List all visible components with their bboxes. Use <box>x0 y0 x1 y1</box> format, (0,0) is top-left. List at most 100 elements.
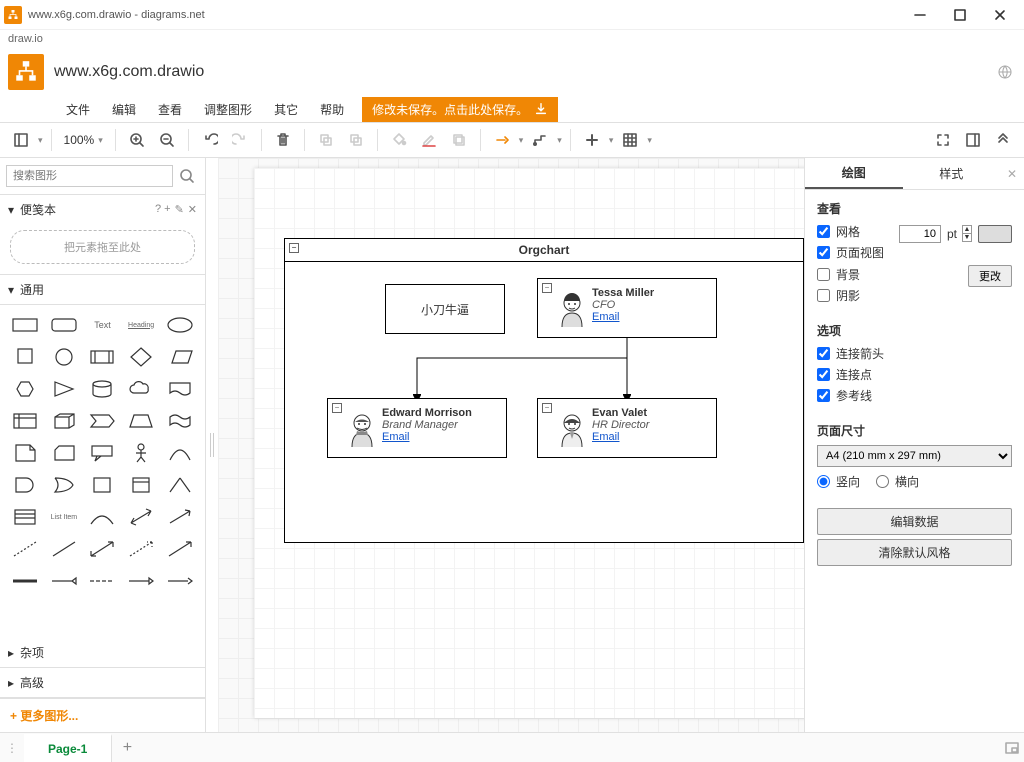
shape-or[interactable] <box>47 471 82 499</box>
shape-ellipse[interactable] <box>162 311 197 339</box>
guides-checkbox[interactable] <box>817 389 830 402</box>
points-checkbox[interactable] <box>817 368 830 381</box>
zoom-out-button[interactable] <box>154 127 180 153</box>
shape-link3[interactable] <box>85 567 120 595</box>
card-email[interactable]: Email <box>592 431 710 443</box>
menu-file[interactable]: 文件 <box>56 97 100 122</box>
grid-color-button[interactable] <box>978 225 1012 243</box>
landscape-radio[interactable] <box>876 475 889 488</box>
shadow-checkbox[interactable] <box>817 289 830 302</box>
connection-button[interactable] <box>489 127 515 153</box>
orgchart-container[interactable]: − Orgchart 小刀牛逼 − Tessa Miller CFO Email <box>284 238 804 543</box>
shape-thinarrow[interactable] <box>162 535 197 563</box>
shape-process[interactable] <box>85 343 120 371</box>
collapse-icon[interactable]: − <box>289 243 299 253</box>
shape-curve2[interactable] <box>85 503 120 531</box>
shape-card[interactable] <box>47 439 82 467</box>
stepper-down[interactable]: ▼ <box>962 234 972 242</box>
node-brand[interactable]: − Edward Morrison Brand Manager Email <box>327 398 507 458</box>
to-front-button[interactable] <box>313 127 339 153</box>
node-hr[interactable]: − Evan Valet HR Director Email <box>537 398 717 458</box>
shape-bidir[interactable] <box>124 503 159 531</box>
shape-callout[interactable] <box>85 439 120 467</box>
edit-data-button[interactable]: 编辑数据 <box>817 508 1012 535</box>
zoom-in-button[interactable] <box>124 127 150 153</box>
pencil-icon[interactable]: ✎ <box>175 203 184 216</box>
page-tab[interactable]: Page-1 <box>24 734 112 762</box>
shape-square[interactable] <box>8 343 43 371</box>
shape-diamond[interactable] <box>124 343 159 371</box>
shape-cloud[interactable] <box>124 375 159 403</box>
shape-link5[interactable] <box>162 567 197 595</box>
redo-button[interactable] <box>227 127 253 153</box>
waypoint-button[interactable] <box>527 127 553 153</box>
undo-button[interactable] <box>197 127 223 153</box>
shape-step[interactable] <box>85 407 120 435</box>
shape-note[interactable] <box>8 439 43 467</box>
pages-menu-button[interactable]: ⋮ <box>0 741 24 755</box>
document-name[interactable]: www.x6g.com.drawio <box>54 63 204 81</box>
shape-rect[interactable] <box>8 311 43 339</box>
shape-document[interactable] <box>162 375 197 403</box>
fullscreen-button[interactable] <box>930 127 956 153</box>
menu-other[interactable]: 其它 <box>264 97 308 122</box>
close-button[interactable] <box>980 0 1020 30</box>
menu-edit[interactable]: 编辑 <box>102 97 146 122</box>
table-button[interactable] <box>617 127 643 153</box>
scratchpad-dropzone[interactable]: 把元素拖至此处 <box>10 230 195 264</box>
search-icon[interactable] <box>175 164 199 188</box>
grid-size-input[interactable] <box>899 225 941 243</box>
change-bg-button[interactable]: 更改 <box>968 265 1012 287</box>
shape-hexagon[interactable] <box>8 375 43 403</box>
shape-arrow2[interactable] <box>162 471 197 499</box>
shape-link2[interactable] <box>47 567 82 595</box>
delete-button[interactable] <box>270 127 296 153</box>
card-email[interactable]: Email <box>382 431 500 443</box>
fill-color-button[interactable] <box>386 127 412 153</box>
shape-and[interactable] <box>8 471 43 499</box>
shape-datastore[interactable] <box>85 471 120 499</box>
arrows-checkbox[interactable] <box>817 347 830 360</box>
tab-diagram[interactable]: 绘图 <box>805 158 903 189</box>
search-input[interactable] <box>6 165 173 187</box>
menu-view[interactable]: 查看 <box>148 97 192 122</box>
shape-line2[interactable] <box>47 535 82 563</box>
shape-heading[interactable]: Heading <box>124 311 159 339</box>
shape-arrow3[interactable] <box>162 503 197 531</box>
section-scratchpad[interactable]: ▾便笺本 ? +✎✕ <box>0 195 205 224</box>
close-format-icon[interactable]: ✕ <box>1000 158 1024 189</box>
canvas[interactable]: − Orgchart 小刀牛逼 − Tessa Miller CFO Email <box>218 158 804 732</box>
stepper-up[interactable]: ▲ <box>962 225 972 234</box>
shape-circle[interactable] <box>47 343 82 371</box>
shape-arrow4[interactable] <box>124 535 159 563</box>
shape-actor[interactable] <box>124 439 159 467</box>
collapse-icon[interactable]: − <box>332 403 342 413</box>
shadow-button[interactable] <box>446 127 472 153</box>
outline-button[interactable] <box>1000 740 1024 756</box>
grid-checkbox[interactable] <box>817 225 830 238</box>
left-splitter[interactable] <box>206 158 218 732</box>
shape-triangle[interactable] <box>47 375 82 403</box>
close-icon[interactable]: ✕ <box>188 203 197 216</box>
collapse-icon[interactable]: − <box>542 403 552 413</box>
shape-bidir2[interactable] <box>85 535 120 563</box>
sidebar-toggle-button[interactable] <box>8 127 34 153</box>
menu-adjust[interactable]: 调整图形 <box>194 97 262 122</box>
minimize-button[interactable] <box>900 0 940 30</box>
background-checkbox[interactable] <box>817 268 830 281</box>
shape-container[interactable] <box>124 471 159 499</box>
shape-cylinder[interactable] <box>85 375 120 403</box>
shape-trapezoid[interactable] <box>124 407 159 435</box>
zoom-dropdown[interactable]: 100%▾ <box>60 133 107 147</box>
language-button[interactable] <box>994 61 1016 83</box>
collapse-panel-button[interactable] <box>990 127 1016 153</box>
pageview-checkbox[interactable] <box>817 246 830 259</box>
shape-link4[interactable] <box>124 567 159 595</box>
pagesize-select[interactable]: A4 (210 mm x 297 mm) <box>817 445 1012 467</box>
insert-button[interactable] <box>579 127 605 153</box>
section-general[interactable]: ▾通用 <box>0 275 205 304</box>
shape-parallelogram[interactable] <box>162 343 197 371</box>
shape-listitem[interactable]: List Item <box>47 503 82 531</box>
add-page-button[interactable]: + <box>112 739 142 757</box>
shape-roundrect[interactable] <box>47 311 82 339</box>
